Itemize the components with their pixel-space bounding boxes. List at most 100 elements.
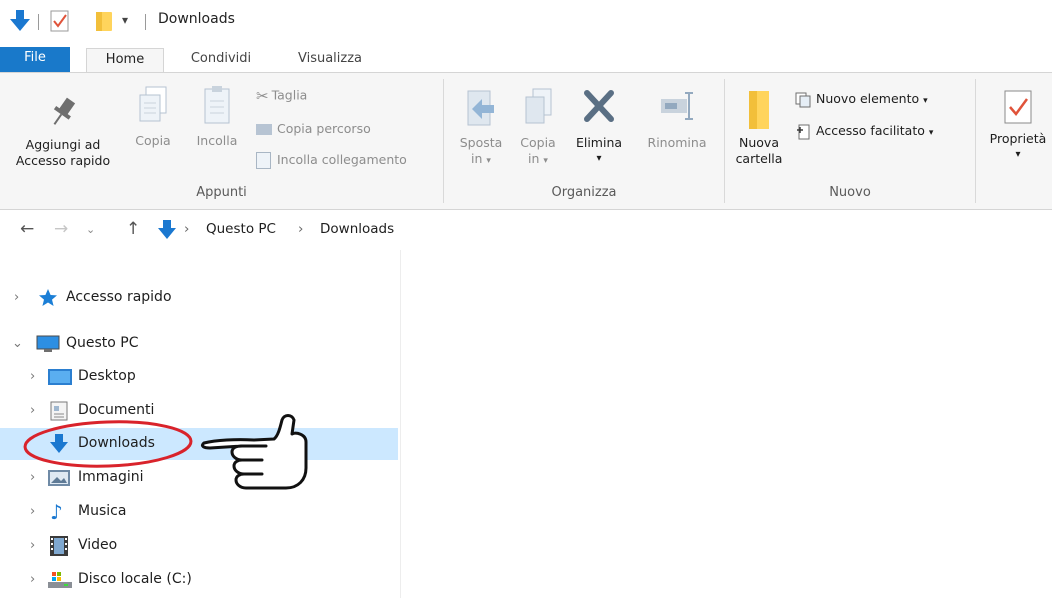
back-icon[interactable]: ←	[20, 219, 34, 239]
tab-view[interactable]: Visualizza	[282, 48, 378, 72]
group-separator	[975, 79, 976, 203]
drive-icon	[48, 572, 72, 588]
breadcrumb-downloads[interactable]: Downloads	[320, 221, 394, 237]
expand-chevron-icon[interactable]: ›	[30, 572, 35, 587]
new-folder-icon	[745, 89, 773, 131]
properties-icon[interactable]	[50, 10, 70, 32]
music-icon: ♪	[50, 500, 63, 524]
rename-label: Rinomina	[647, 135, 707, 150]
address-field[interactable]: › Questo PC › Downloads	[150, 217, 1050, 243]
properties-button[interactable]: Proprietà ▾	[982, 89, 1052, 163]
expand-chevron-icon[interactable]: ›	[14, 290, 19, 305]
new-group-label: Nuovo	[829, 185, 871, 200]
move-to-dropdown-icon: ▾	[486, 156, 491, 166]
organize-group: Sposta in ▾ Copia in ▾ Elimina ▾ Rinomin…	[444, 73, 724, 209]
expand-chevron-icon[interactable]: ›	[30, 538, 35, 553]
paste-shortcut-icon	[256, 152, 271, 169]
pin-button[interactable]: Aggiungi ad Accesso rapido	[8, 95, 118, 169]
delete-icon	[579, 87, 619, 131]
easy-access-icon	[795, 124, 811, 140]
pointing-hand-icon	[196, 398, 316, 494]
nav-item-music[interactable]: › ♪ Musica	[0, 496, 398, 528]
customize-quick-access-icon[interactable]: ▾	[122, 13, 128, 27]
nav-item-local-disk[interactable]: › Disco locale (C:)	[0, 564, 398, 596]
folder-icon[interactable]	[95, 10, 113, 32]
expand-chevron-icon[interactable]: ›	[30, 369, 35, 384]
window-title: Downloads	[158, 11, 235, 27]
paste-shortcut-label: Incolla collegamento	[277, 152, 407, 167]
pin-label-line1: Aggiungi ad	[25, 137, 101, 152]
new-item-label: Nuovo elemento	[816, 91, 920, 106]
copy-path-icon	[256, 124, 272, 135]
pane-divider[interactable]	[400, 250, 401, 598]
new-item-button[interactable]: Nuovo elemento ▾	[795, 91, 928, 108]
rename-button[interactable]: Rinomina	[640, 87, 714, 151]
copy-to-label-text: in	[528, 151, 540, 166]
nav-item-videos[interactable]: › Video	[0, 530, 398, 562]
nav-item-quick-access[interactable]: › Accesso rapido	[0, 282, 398, 314]
copy-path-button[interactable]: Copia percorso	[256, 121, 371, 136]
new-folder-label-line2: cartella	[735, 151, 783, 166]
move-to-label-text: in	[471, 151, 483, 166]
copy-to-label-line1: Copia	[520, 135, 556, 150]
copy-to-icon	[521, 87, 555, 131]
new-folder-button[interactable]: Nuova cartella	[729, 89, 789, 167]
forward-icon[interactable]: →	[54, 219, 68, 239]
copy-to-dropdown-icon: ▾	[543, 156, 548, 166]
nav-label: Desktop	[78, 368, 136, 384]
nav-label: Accesso rapido	[66, 289, 172, 305]
up-icon[interactable]: ↑	[126, 219, 140, 239]
desktop-icon	[48, 369, 72, 385]
expand-chevron-icon[interactable]: ›	[30, 470, 35, 485]
properties-large-icon	[1003, 89, 1033, 125]
rename-icon	[657, 87, 697, 131]
paste-shortcut-button[interactable]: Incolla collegamento	[256, 152, 407, 169]
nav-item-this-pc[interactable]: ⌄ Questo PC	[0, 328, 398, 360]
nav-label: Musica	[78, 503, 127, 519]
title-bar: ▾ Downloads	[0, 0, 1052, 44]
nav-item-desktop[interactable]: › Desktop	[0, 361, 398, 393]
delete-button[interactable]: Elimina ▾	[564, 87, 634, 167]
pin-icon	[47, 95, 79, 129]
nav-label: Video	[78, 537, 118, 553]
address-bar: ← → ⌄ ↑ › Questo PC › Downloads	[0, 211, 1052, 249]
image-icon	[48, 470, 70, 486]
new-folder-label-line1: Nuova	[739, 135, 779, 150]
breadcrumb-separator: ›	[184, 221, 190, 237]
cut-label: Taglia	[271, 87, 308, 103]
easy-access-label: Accesso facilitato	[816, 123, 925, 138]
copy-button[interactable]: Copia	[128, 83, 178, 149]
move-to-label-line2: in ▾	[452, 151, 510, 169]
properties-dropdown-icon: ▾	[1015, 149, 1021, 160]
recent-locations-icon[interactable]: ⌄	[86, 223, 95, 236]
breadcrumb-this-pc[interactable]: Questo PC	[206, 221, 276, 237]
nav-label: Documenti	[78, 402, 155, 418]
move-to-button[interactable]: Sposta in ▾	[452, 87, 510, 169]
nav-label: Disco locale (C:)	[78, 571, 192, 587]
paste-button[interactable]: Incolla	[186, 83, 248, 149]
expand-chevron-icon[interactable]: ›	[30, 403, 35, 418]
paste-icon	[200, 83, 234, 131]
copy-to-button[interactable]: Copia in ▾	[512, 87, 564, 169]
video-icon	[50, 536, 68, 556]
expand-chevron-icon[interactable]: ›	[30, 504, 35, 519]
pin-label-line2: Accesso rapido	[15, 153, 111, 168]
tab-home[interactable]: Home	[86, 48, 164, 72]
move-to-label-line1: Sposta	[459, 135, 503, 150]
tab-share[interactable]: Condividi	[178, 48, 264, 72]
easy-access-button[interactable]: Accesso facilitato ▾	[795, 123, 933, 140]
nav-label: Questo PC	[66, 335, 139, 351]
new-item-dropdown-icon: ▾	[923, 96, 928, 106]
down-arrow-icon[interactable]	[10, 10, 30, 32]
easy-access-dropdown-icon: ▾	[928, 128, 934, 138]
ribbon: Aggiungi ad Accesso rapido Copia Incolla…	[0, 72, 1052, 210]
downloads-location-icon	[158, 220, 176, 240]
new-group: Nuova cartella Nuovo elemento ▾ Accesso …	[725, 73, 975, 209]
star-icon	[38, 288, 58, 308]
copy-icon	[136, 83, 170, 131]
copy-to-label-line2: in ▾	[512, 151, 564, 169]
cut-button[interactable]: ✂ Taglia	[256, 87, 307, 105]
tab-file[interactable]: File	[0, 47, 70, 72]
collapse-chevron-icon[interactable]: ⌄	[12, 336, 23, 351]
organize-group-label: Organizza	[551, 185, 617, 200]
